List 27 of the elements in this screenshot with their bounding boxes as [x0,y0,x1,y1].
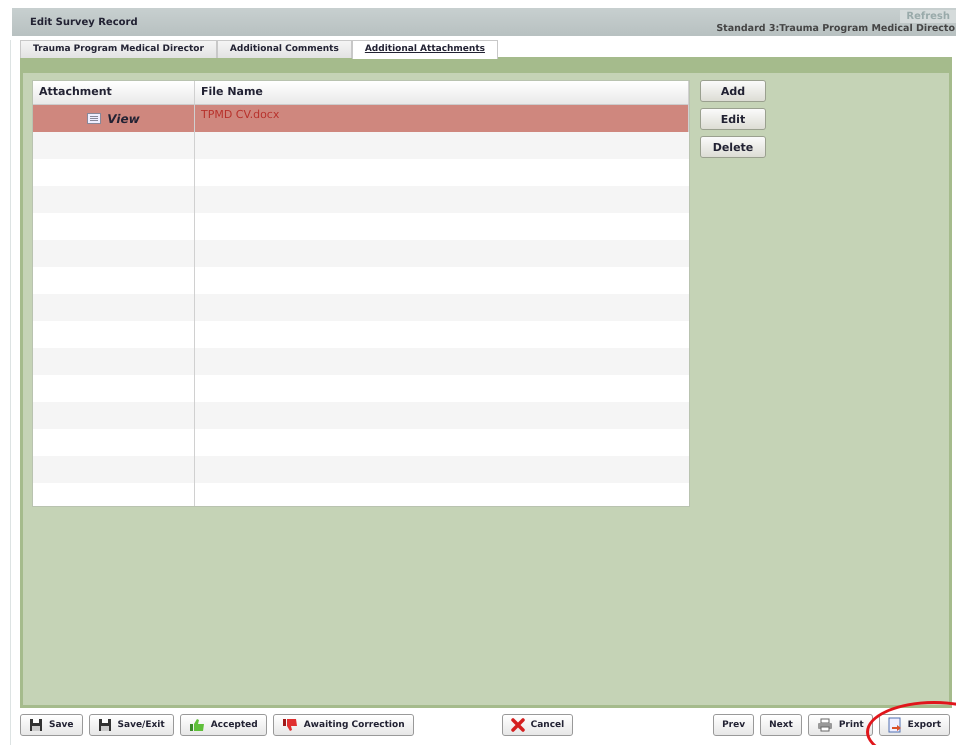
toolbar-button[interactable]: Accepted [180,714,267,736]
toolbar-button[interactable]: Next [760,714,802,736]
toolbar-button[interactable]: Prev [713,714,754,736]
side-button[interactable]: Delete [700,136,766,158]
side-button[interactable]: Add [700,80,766,102]
toolbar-button[interactable]: Export [878,714,950,736]
column-header[interactable]: File Name [195,81,689,104]
printer-icon [816,718,833,732]
toolbar-button[interactable]: Print [808,714,873,736]
thumbs-up-icon [188,718,205,732]
record-subtitle: Standard 3:Trauma Program Medical Directo [716,23,955,34]
toolbar-button[interactable]: Save/Exit [88,714,174,736]
toolbar-button[interactable]: Save [20,714,83,736]
toolbar-button[interactable]: Awaiting Correction [272,714,414,736]
toolbar-button[interactable]: Cancel [502,714,574,736]
window-title: Edit Survey Record [30,17,138,28]
cross-icon [510,718,525,732]
tab[interactable]: Trauma Program Medical Director [20,40,217,58]
list-icon [87,113,102,124]
thumbs-down-icon [282,718,298,732]
table-row[interactable]: View TPMD CV.docx [33,105,689,132]
tab[interactable]: Additional Comments [216,40,352,58]
table-cell-text: TPMD CV.docx [200,107,280,123]
column-header[interactable]: Attachment [33,81,195,104]
tab[interactable]: Additional Attachments [352,40,498,59]
side-button[interactable]: Edit [700,108,766,130]
view-link[interactable]: View [107,112,140,126]
